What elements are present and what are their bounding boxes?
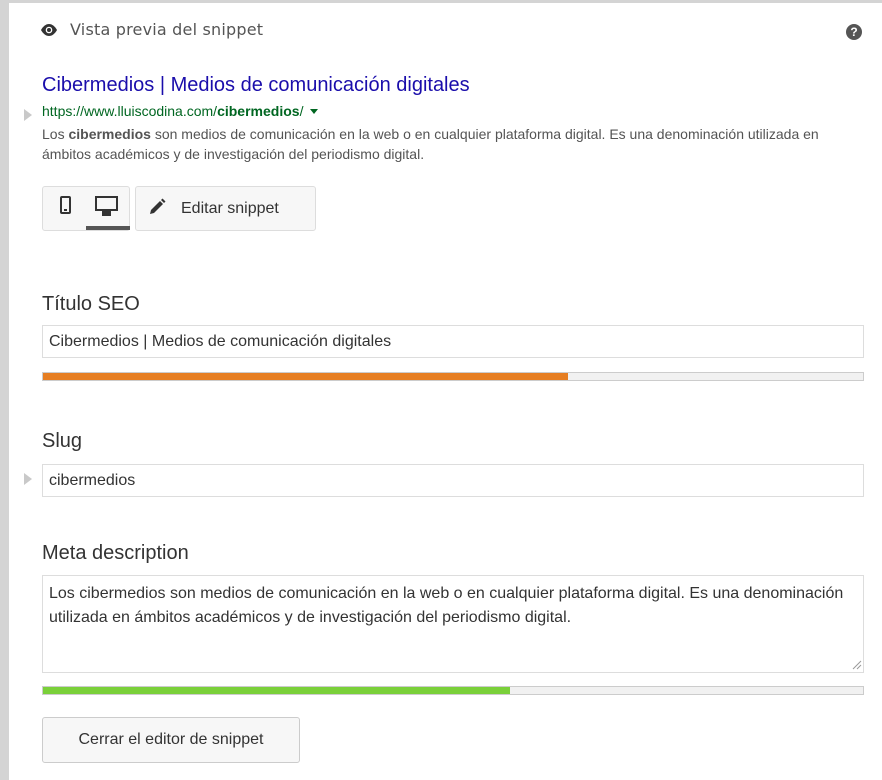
pencil-icon	[150, 198, 166, 214]
meta-description-label: Meta description	[42, 542, 189, 564]
seo-title-label: Título SEO	[42, 293, 140, 315]
desktop-stand	[102, 211, 111, 216]
desktop-monitor-icon[interactable]	[95, 196, 118, 211]
meta-description-progress-fill	[43, 687, 511, 694]
description-after: son medios de comunicación en la web o e…	[42, 126, 819, 162]
description-before: Los	[42, 126, 69, 142]
active-mode-indicator	[86, 226, 130, 230]
slug-input[interactable]	[42, 464, 864, 497]
seo-title-progress-bar	[42, 372, 864, 381]
url-arrow-icon	[24, 109, 32, 121]
slug-arrow-icon	[24, 473, 32, 485]
snippet-preview-heading: Vista previa del snippet	[70, 20, 264, 39]
snippet-preview-url[interactable]: https://www.lluiscodina.com/cibermedios/	[42, 103, 319, 119]
slug-label: Slug	[42, 430, 83, 452]
question-circle-icon[interactable]: ?	[846, 24, 862, 40]
edit-snippet-label[interactable]: Editar snippet	[181, 200, 279, 218]
snippet-preview-description: Los cibermedios son medios de comunicaci…	[42, 124, 862, 164]
url-suffix: /	[299, 103, 304, 119]
eye-icon	[41, 24, 57, 36]
meta-description-progress-bar	[42, 686, 864, 695]
caret-down-icon[interactable]	[310, 109, 319, 114]
meta-description-textarea[interactable]: Los cibermedios son medios de comunicaci…	[42, 575, 864, 673]
description-keyword: cibermedios	[68, 126, 151, 142]
url-prefix: https://www.lluiscodina.com/	[42, 103, 218, 119]
snippet-preview-title[interactable]: Cibermedios | Medios de comunicación dig…	[42, 74, 470, 97]
seo-title-input[interactable]	[42, 325, 864, 358]
mobile-phone-icon[interactable]	[60, 196, 71, 214]
resize-grip-icon[interactable]	[852, 660, 862, 670]
url-keyword: cibermedios	[217, 103, 300, 119]
seo-title-progress-fill	[43, 373, 568, 380]
close-snippet-editor-button[interactable]: Cerrar el editor de snippet	[42, 717, 300, 763]
